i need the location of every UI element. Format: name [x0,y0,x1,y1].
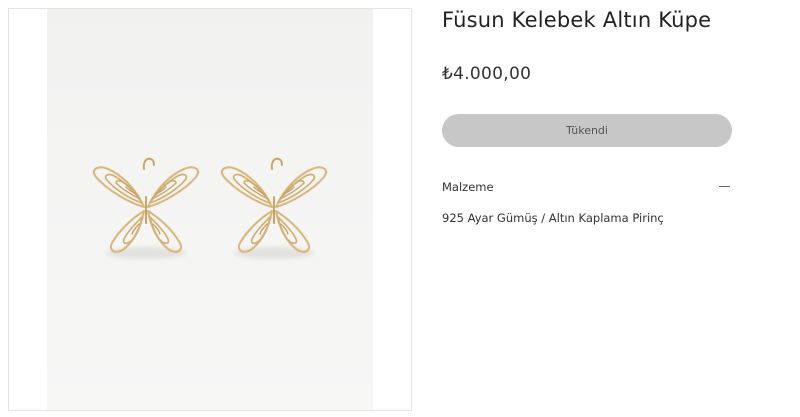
product-image[interactable] [47,9,373,410]
product-price: ₺4.000,00 [442,64,532,84]
material-accordion-header[interactable]: Malzeme [442,177,732,197]
material-description: 925 Ayar Gümüş / Altın Kaplama Pirinç [442,211,664,225]
minus-icon[interactable] [716,177,732,197]
sold-out-button[interactable]: Tükendi [442,114,732,147]
product-title: Füsun Kelebek Altın Küpe [442,8,712,32]
product-image-frame[interactable] [8,8,412,411]
butterfly-earrings-image [92,157,328,259]
accordion-title: Malzeme [442,180,494,194]
